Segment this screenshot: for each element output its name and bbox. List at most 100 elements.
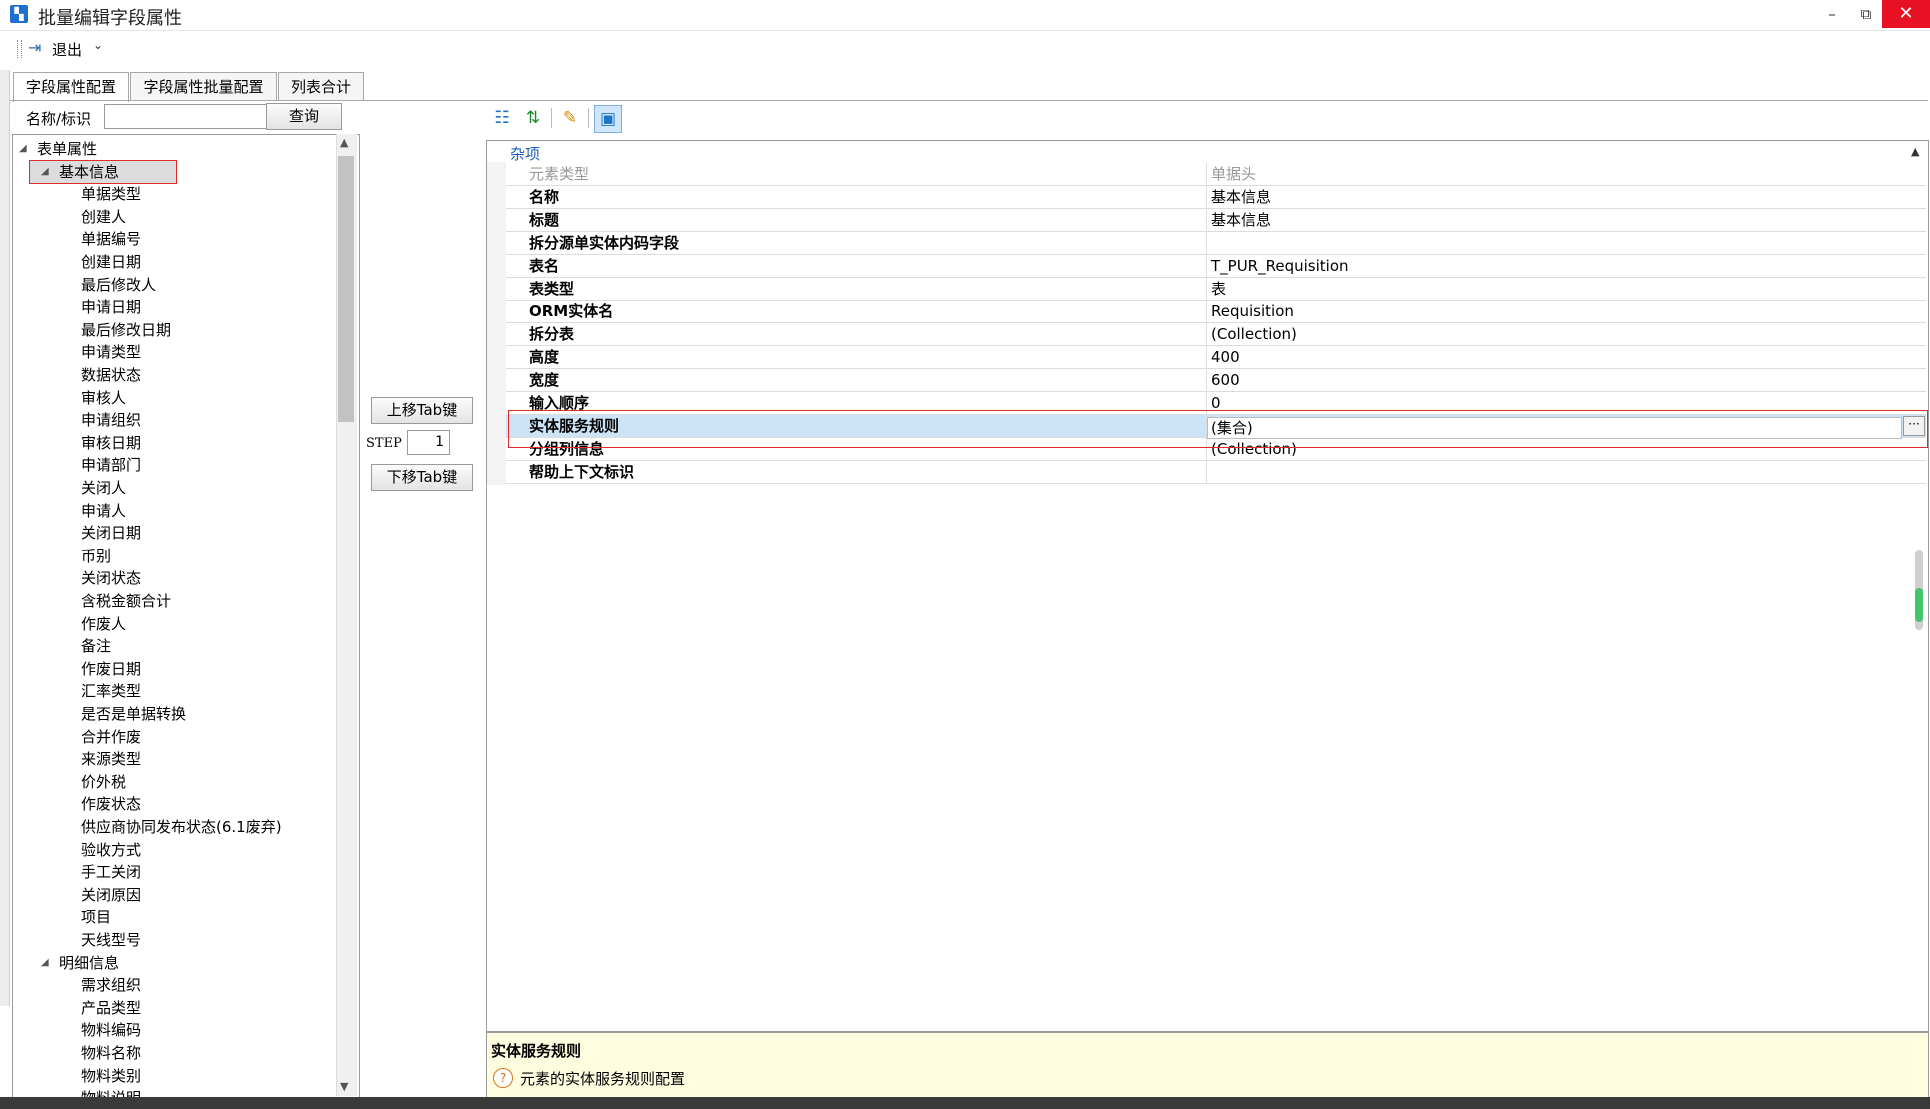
property-name: 表类型	[529, 279, 575, 298]
property-row[interactable]: ORM实体名 Requisition	[506, 300, 1926, 324]
tree-item[interactable]: 申请组织	[81, 409, 141, 431]
chevron-down-icon[interactable]: ⌄	[93, 38, 103, 52]
property-row[interactable]: 表类型 表	[506, 277, 1926, 301]
tree-item[interactable]: 关闭人	[81, 477, 126, 499]
tree-item[interactable]: 单据类型	[81, 183, 141, 205]
categorized-view-icon[interactable]: ☷	[489, 105, 515, 131]
close-icon[interactable]: ✕	[1882, 0, 1930, 28]
tree-item[interactable]: 作废日期	[81, 658, 141, 680]
tree-item[interactable]: 单据编号	[81, 228, 141, 250]
tree-item[interactable]: 物料名称	[81, 1042, 141, 1064]
expand-arrow-icon[interactable]: ◢	[19, 138, 27, 160]
move-down-tab-button[interactable]: 下移Tab键	[371, 464, 473, 491]
exit-button[interactable]: 退出	[52, 39, 82, 60]
property-value[interactable]: 表	[1211, 278, 1226, 300]
restore-icon[interactable]: ⧉	[1846, 0, 1886, 28]
search-input[interactable]	[104, 104, 270, 129]
scroll-down-icon[interactable]: ▼	[340, 1080, 348, 1093]
tree-item[interactable]: 币别	[81, 545, 111, 567]
tree-item[interactable]: 申请日期	[81, 296, 141, 318]
tree-item[interactable]: 申请类型	[81, 341, 141, 363]
tree-item[interactable]: 汇率类型	[81, 680, 141, 702]
tree-item[interactable]: 备注	[81, 635, 111, 657]
tree-group[interactable]: 基本信息	[59, 161, 119, 183]
property-row[interactable]: 拆分表 (Collection)	[506, 323, 1926, 347]
tree-item[interactable]: 审核人	[81, 387, 126, 409]
tab-list-total[interactable]: 列表合计	[278, 72, 364, 101]
scroll-up-icon[interactable]: ▲	[340, 136, 348, 149]
step-input[interactable]: 1	[407, 430, 450, 455]
property-row[interactable]: 标题 基本信息	[506, 208, 1926, 232]
tree-item[interactable]: 创建人	[81, 206, 126, 228]
expand-arrow-icon[interactable]: ◢	[41, 952, 49, 974]
tab-field-property-config[interactable]: 字段属性配置	[13, 72, 129, 102]
property-row[interactable]: 宽度 600	[506, 369, 1926, 393]
tree-item[interactable]: 物料类别	[81, 1065, 141, 1087]
tree-item[interactable]: 物料编码	[81, 1019, 141, 1041]
tree-item[interactable]: 含税金额合计	[81, 590, 171, 612]
query-button[interactable]: 查询	[266, 103, 342, 130]
ellipsis-button[interactable]: ···	[1903, 416, 1925, 436]
property-row[interactable]: 帮助上下文标识	[506, 460, 1926, 484]
tree-item[interactable]: 手工关闭	[81, 861, 141, 883]
tree-item[interactable]: 关闭原因	[81, 884, 141, 906]
tree-item[interactable]: 审核日期	[81, 432, 141, 454]
property-value[interactable]: 基本信息	[1211, 209, 1271, 231]
grid-scroll-indicator	[1915, 588, 1923, 622]
property-value[interactable]: Requisition	[1211, 300, 1294, 322]
exit-icon[interactable]: ⇥	[28, 38, 48, 58]
tree-item[interactable]: 是否是单据转换	[81, 703, 186, 725]
tree-item[interactable]: 需求组织	[81, 974, 141, 996]
tree-item[interactable]: 关闭日期	[81, 522, 141, 544]
property-name: 标题	[529, 210, 560, 229]
events-icon[interactable]: ✎	[557, 105, 583, 131]
window-title: 批量编辑字段属性	[38, 8, 182, 29]
property-value[interactable]: 单据头	[1211, 163, 1256, 185]
alphabetical-sort-icon[interactable]: ⇅	[520, 105, 546, 131]
tree-item[interactable]: 价外税	[81, 771, 126, 793]
category-header	[487, 141, 1926, 161]
tree-item[interactable]: 合并作废	[81, 726, 141, 748]
tab-field-property-batch-config[interactable]: 字段属性批量配置	[130, 72, 277, 101]
tree-item[interactable]: 创建日期	[81, 251, 141, 273]
tree-item[interactable]: 来源类型	[81, 748, 141, 770]
tree-item[interactable]: 最后修改日期	[81, 319, 171, 341]
tree-item[interactable]: 供应商协同发布状态(6.1废弃)	[81, 816, 282, 838]
tree-item[interactable]: 产品类型	[81, 997, 141, 1019]
tree-scroll-thumb[interactable]	[338, 156, 354, 422]
tree-item[interactable]: 数据状态	[81, 364, 141, 386]
category-label[interactable]: 杂项	[510, 143, 540, 164]
move-up-tab-button[interactable]: 上移Tab键	[371, 397, 473, 424]
property-value[interactable]: T_PUR_Requisition	[1211, 255, 1349, 277]
property-row[interactable]: 拆分源单实体内码字段	[506, 231, 1926, 255]
tree-item[interactable]: 关闭状态	[81, 567, 141, 589]
property-row[interactable]: 元素类型 单据头	[506, 163, 1926, 186]
step-label: STEP	[366, 436, 402, 451]
property-name: 帮助上下文标识	[529, 462, 635, 481]
property-row[interactable]: 高度 400	[506, 346, 1926, 370]
expand-arrow-icon[interactable]: ◢	[41, 161, 49, 183]
tree-item[interactable]: 作废人	[81, 613, 126, 635]
toolbar-separator	[588, 108, 589, 128]
property-row[interactable]: 名称 基本信息	[506, 185, 1926, 209]
tree-item[interactable]: 作废状态	[81, 793, 141, 815]
tree-item[interactable]: 项目	[81, 906, 111, 928]
property-row[interactable]: 表名 T_PUR_Requisition	[506, 254, 1926, 278]
tree-item[interactable]: 申请人	[81, 500, 126, 522]
field-tree[interactable]: ◢ 表单属性 ◢ 基本信息 单据类型 创建人 单据编号 创建日期 最后修改人 申请日期 最后修改日期…	[12, 134, 360, 1098]
tree-root[interactable]: 表单属性	[37, 138, 97, 160]
collapse-icon[interactable]: ▲	[1911, 145, 1919, 158]
property-value[interactable]: 基本信息	[1211, 186, 1271, 208]
toolbar-grip[interactable]	[17, 40, 22, 58]
property-value[interactable]: 600	[1211, 369, 1240, 391]
property-pages-icon[interactable]: ▣	[594, 105, 622, 133]
tree-item[interactable]: 最后修改人	[81, 274, 156, 296]
property-value[interactable]: 400	[1211, 346, 1240, 368]
column-divider	[1206, 460, 1207, 483]
property-value[interactable]: (Collection)	[1211, 323, 1297, 345]
tree-item[interactable]: 天线型号	[81, 929, 141, 951]
tree-item[interactable]: 申请部门	[81, 454, 141, 476]
tree-item[interactable]: 验收方式	[81, 839, 141, 861]
property-name: 拆分表	[529, 325, 575, 344]
tree-group[interactable]: 明细信息	[59, 952, 119, 974]
